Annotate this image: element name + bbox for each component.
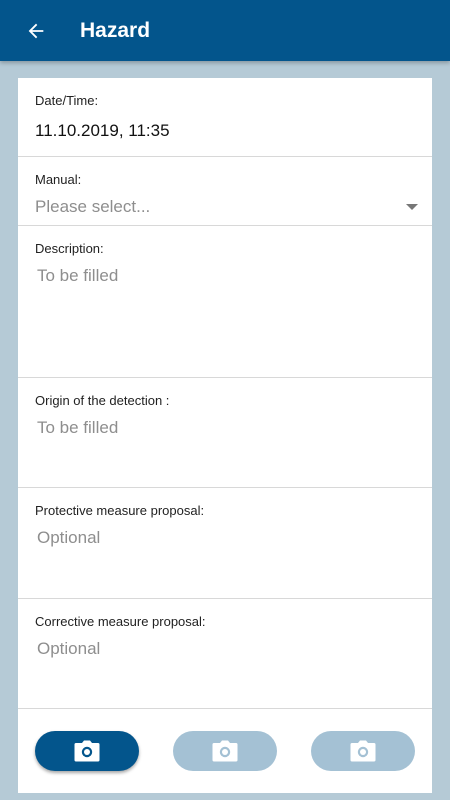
divider bbox=[18, 708, 432, 709]
photo-button-3[interactable] bbox=[311, 731, 415, 771]
description-field[interactable]: Description: To be filled bbox=[18, 226, 432, 376]
corrective-measure-placeholder: Optional bbox=[37, 639, 101, 658]
datetime-value: 11.10.2019, 11:35 bbox=[35, 121, 170, 140]
origin-placeholder: To be filled bbox=[37, 418, 119, 437]
page-title: Hazard bbox=[80, 18, 151, 42]
description-placeholder: To be filled bbox=[37, 266, 119, 285]
manual-placeholder: Please select... bbox=[35, 197, 151, 216]
datetime-label: Date/Time: bbox=[35, 93, 99, 108]
description-label: Description: bbox=[35, 241, 104, 256]
photo-button-1[interactable] bbox=[35, 731, 139, 771]
manual-label: Manual: bbox=[35, 172, 82, 187]
app-bar: Hazard bbox=[0, 0, 450, 61]
protective-measure-label: Protective measure proposal: bbox=[35, 503, 205, 518]
caret-down-icon bbox=[406, 204, 418, 210]
camera-icon bbox=[212, 740, 238, 762]
datetime-field[interactable]: Date/Time: 11.10.2019, 11:35 bbox=[18, 78, 432, 156]
camera-icon bbox=[350, 740, 376, 762]
corrective-measure-label: Corrective measure proposal: bbox=[35, 614, 206, 629]
protective-measure-field[interactable]: Protective measure proposal: Optional bbox=[18, 488, 432, 598]
hazard-form-card: Date/Time: 11.10.2019, 11:35 Manual: Ple… bbox=[18, 78, 432, 793]
manual-select[interactable]: Manual: Please select... bbox=[18, 157, 432, 225]
corrective-measure-field[interactable]: Corrective measure proposal: Optional bbox=[18, 599, 432, 708]
arrow-left-icon bbox=[28, 23, 44, 38]
origin-label: Origin of the detection : bbox=[35, 393, 170, 408]
camera-icon bbox=[74, 740, 100, 762]
photo-button-2[interactable] bbox=[173, 731, 277, 771]
protective-measure-placeholder: Optional bbox=[37, 528, 101, 547]
origin-field[interactable]: Origin of the detection : To be filled bbox=[18, 378, 432, 487]
back-button[interactable] bbox=[14, 9, 58, 53]
